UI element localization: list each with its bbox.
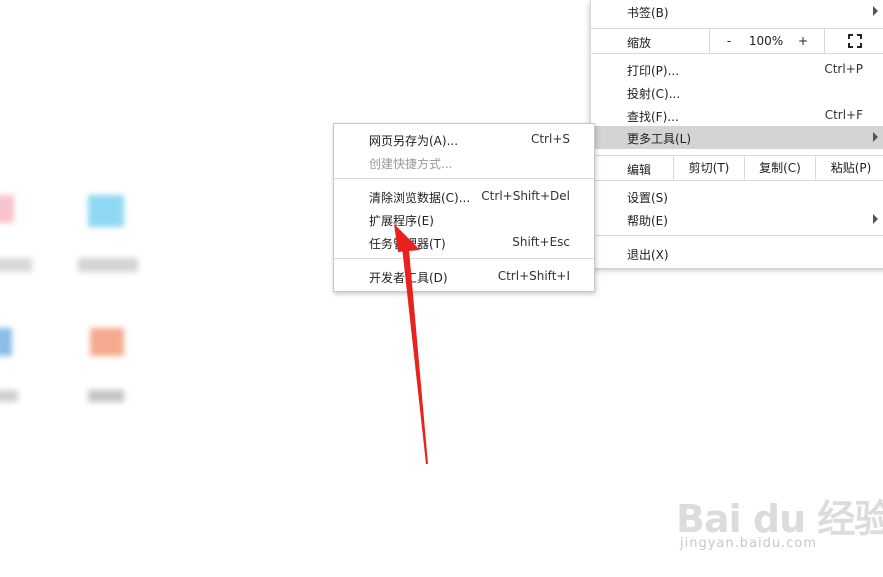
menu-item-label: 投射(C)... [627, 87, 681, 101]
watermark-brand: Bai du 经验 [676, 497, 883, 541]
menu-item-label: 书签(B) [627, 6, 669, 20]
menu-item-more-tools[interactable]: 更多工具(L) [591, 126, 883, 149]
submenu-item-label: 扩展程序(E) [369, 214, 434, 228]
watermark-url: jingyan.baidu.com [680, 536, 817, 551]
menu-item-label: 设置(S) [627, 191, 668, 205]
edit-label: 编辑 [627, 163, 652, 177]
submenu-divider [334, 178, 594, 179]
fullscreen-icon [848, 34, 862, 48]
chevron-right-icon [873, 132, 878, 142]
submenu-item-dev-tools[interactable]: 开发者工具(D) Ctrl+Shift+I [334, 265, 594, 288]
menu-item-cast[interactable]: 投射(C)... [591, 81, 883, 104]
zoom-out-button[interactable]: - [709, 29, 748, 53]
submenu-divider [334, 258, 594, 259]
submenu-item-shortcut: Ctrl+Shift+I [497, 269, 570, 283]
menu-item-settings[interactable]: 设置(S) [591, 185, 883, 208]
chevron-right-icon [873, 6, 878, 16]
blurred-tile-cyan [88, 195, 124, 227]
blurred-tile-label [0, 258, 32, 272]
submenu-item-label: 创建快捷方式... [369, 157, 453, 171]
copy-button[interactable]: 复制(C) [744, 156, 815, 180]
more-tools-submenu: 网页另存为(A)... Ctrl+S 创建快捷方式... 清除浏览数据(C)..… [333, 123, 595, 292]
submenu-item-label: 任务管理器(T) [369, 237, 446, 251]
menu-item-exit[interactable]: 退出(X) [591, 242, 883, 265]
menu-divider [591, 235, 883, 236]
submenu-item-create-shortcut: 创建快捷方式... [334, 151, 594, 174]
paste-button[interactable]: 粘贴(P) [815, 156, 883, 180]
menu-item-help[interactable]: 帮助(E) [591, 208, 883, 231]
submenu-item-label: 开发者工具(D) [369, 271, 448, 285]
submenu-item-label: 清除浏览数据(C)... [369, 191, 471, 205]
menu-item-print[interactable]: 打印(P)... Ctrl+P [591, 58, 883, 81]
menu-item-label: 帮助(E) [627, 214, 668, 228]
submenu-item-shortcut: Shift+Esc [512, 235, 570, 249]
fullscreen-button[interactable] [824, 29, 883, 53]
submenu-item-task-manager[interactable]: 任务管理器(T) Shift+Esc [334, 231, 594, 254]
blurred-tile-blue [0, 328, 12, 356]
edit-row: 编辑 剪切(T) 复制(C) 粘贴(P) [591, 155, 883, 181]
zoom-in-button[interactable]: + [785, 29, 821, 53]
menu-item-shortcut: Ctrl+P [824, 62, 863, 76]
submenu-item-shortcut: Ctrl+S [530, 132, 570, 146]
browser-main-menu: 书签(B) 缩放 - 100% + 打印(P)... Ctrl+P 投射(C).… [590, 0, 883, 268]
blurred-tile-label [88, 390, 124, 402]
submenu-item-shortcut: Ctrl+Shift+Del [481, 189, 570, 203]
menu-item-label: 退出(X) [627, 248, 669, 262]
blurred-tile-orange [90, 328, 124, 356]
blurred-tile-pink [0, 195, 14, 223]
menu-item-label: 查找(F)... [627, 110, 679, 124]
menu-item-shortcut: Ctrl+F [824, 108, 863, 122]
submenu-item-label: 网页另存为(A)... [369, 134, 459, 148]
menu-item-label: 打印(P)... [627, 64, 680, 78]
menu-item-find[interactable]: 查找(F)... Ctrl+F [591, 104, 883, 127]
cut-button[interactable]: 剪切(T) [673, 156, 744, 180]
submenu-item-clear-data[interactable]: 清除浏览数据(C)... Ctrl+Shift+Del [334, 185, 594, 208]
chevron-right-icon [873, 214, 878, 224]
submenu-item-extensions[interactable]: 扩展程序(E) [334, 208, 594, 231]
blurred-tile-label [0, 390, 18, 402]
zoom-value: 100% [748, 34, 784, 48]
submenu-item-save-page[interactable]: 网页另存为(A)... Ctrl+S [334, 128, 594, 151]
menu-item-label: 更多工具(L) [627, 132, 692, 146]
menu-item-bookmarks[interactable]: 书签(B) [591, 0, 883, 23]
blurred-tile-label [78, 258, 138, 272]
zoom-label: 缩放 [627, 36, 652, 50]
zoom-row: 缩放 - 100% + [591, 28, 883, 54]
